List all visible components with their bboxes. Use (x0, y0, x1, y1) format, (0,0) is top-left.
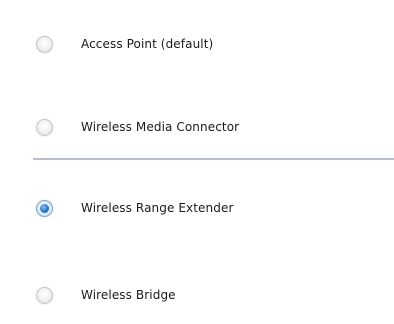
mode-option-label: Wireless Media Connector (81, 120, 240, 134)
mode-option-label: Access Point (default) (81, 37, 214, 51)
wireless-mode-options: Access Point (default) Wireless Media Co… (0, 0, 394, 324)
mode-option-bridge[interactable]: Wireless Bridge (36, 283, 176, 307)
mode-option-label: Wireless Bridge (81, 288, 176, 302)
radio-button-media-connector[interactable] (36, 118, 53, 136)
mode-option-label: Wireless Range Extender (81, 201, 234, 215)
section-divider (33, 158, 394, 160)
mode-option-range-extender[interactable]: Wireless Range Extender (36, 196, 233, 220)
mode-option-media-connector[interactable]: Wireless Media Connector (36, 115, 239, 139)
radio-button-bridge[interactable] (36, 286, 53, 304)
mode-option-access-point[interactable]: Access Point (default) (36, 32, 213, 56)
radio-button-access-point[interactable] (36, 35, 53, 53)
radio-dot (40, 203, 49, 213)
radio-button-range-extender[interactable] (36, 199, 53, 217)
